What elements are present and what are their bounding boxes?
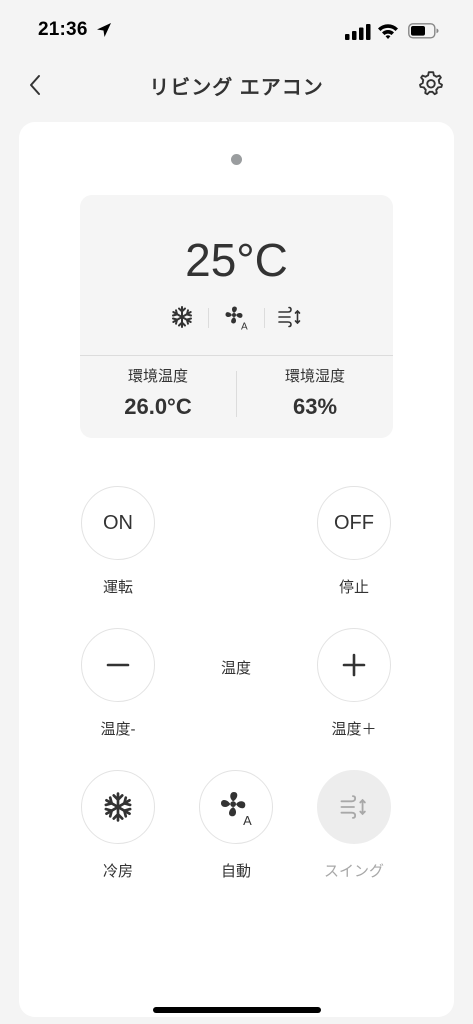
env-humidity-value: 63% [292, 394, 338, 419]
nav-header: リビング エアコン [0, 58, 473, 110]
env-temperature: 環境温度 26.0°C [80, 365, 236, 420]
snowflake-icon [104, 792, 132, 822]
status-display-panel: 25°C A 環境温度 26.0°C 環境湿度 63% [80, 195, 393, 438]
env-temperature-label: 環境温度 [127, 368, 188, 385]
on-label: 運転 [102, 579, 133, 596]
swing-icon [340, 795, 366, 819]
cool-mode-button[interactable] [81, 770, 155, 844]
off-label: 停止 [338, 579, 369, 596]
snowflake-icon [172, 306, 192, 328]
off-button-text: OFF [334, 511, 374, 534]
cool-mode-label: 冷房 [102, 863, 133, 880]
mode-divider [264, 308, 265, 328]
page-title: リビング エアコン [149, 77, 324, 99]
display-divider [80, 355, 393, 356]
wifi-icon [378, 24, 398, 39]
svg-text:A: A [241, 322, 248, 332]
svg-text:A: A [243, 813, 252, 827]
fan-auto-icon: A [221, 792, 252, 827]
home-indicator [153, 1007, 321, 1013]
temp-down-button[interactable] [81, 628, 155, 702]
temperature-label: 温度 [220, 660, 251, 677]
temp-down-label: 温度- [100, 721, 136, 738]
cellular-signal-icon [345, 24, 371, 40]
temp-up-button[interactable] [317, 628, 391, 702]
auto-fan-button[interactable]: A [199, 770, 273, 844]
plus-icon [342, 653, 366, 677]
status-time: 21:36 [38, 19, 88, 40]
swing-icon [278, 306, 301, 328]
location-arrow-icon [97, 23, 111, 37]
off-button[interactable]: OFF [317, 486, 391, 560]
fan-auto-icon: A [225, 306, 248, 332]
auto-fan-label: 自動 [220, 863, 251, 880]
on-button-text: ON [103, 511, 133, 534]
swing-button[interactable] [317, 770, 391, 844]
temp-up-label: 温度＋ [331, 721, 377, 738]
set-temperature: 25°C [185, 234, 288, 286]
battery-icon [408, 23, 439, 39]
minus-icon [106, 663, 130, 667]
page-indicator-dot [231, 154, 242, 165]
env-temperature-value: 26.0°C [124, 394, 192, 419]
env-humidity-label: 環境湿度 [284, 368, 345, 385]
gear-icon[interactable] [416, 69, 446, 99]
mode-indicator-row: A [80, 303, 393, 333]
device-card: 25°C A 環境温度 26.0°C 環境湿度 63% ON 運転 OFF 停止… [19, 122, 454, 1017]
swing-label: スイング [323, 863, 384, 880]
status-bar: 21:36 [0, 0, 473, 58]
env-humidity: 環境湿度 63% [237, 365, 393, 420]
mode-divider [208, 308, 209, 328]
on-button[interactable]: ON [81, 486, 155, 560]
